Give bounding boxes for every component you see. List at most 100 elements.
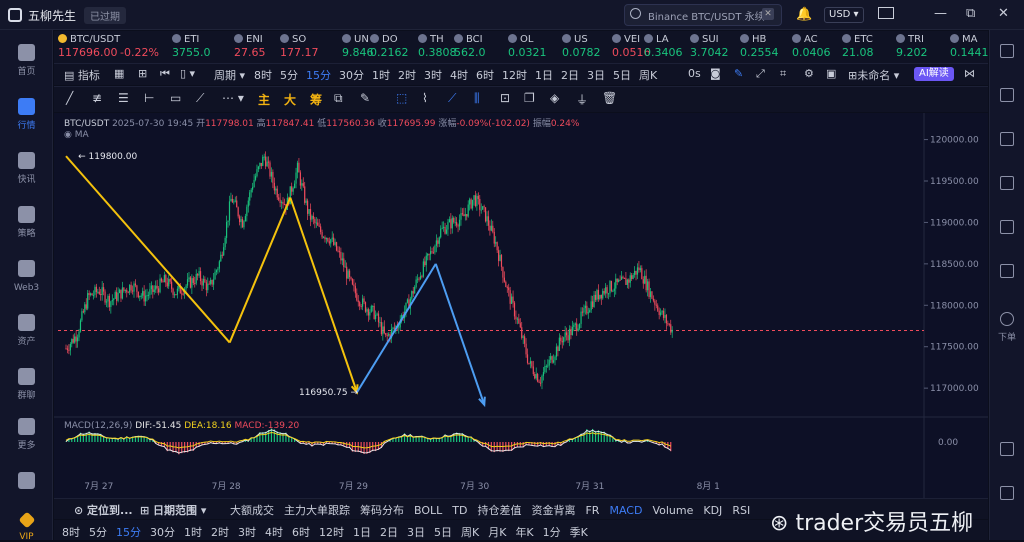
order-icon[interactable] [1000,312,1014,326]
ticker-item[interactable]: DO0.2162 [370,33,409,59]
bottom-interval-tab[interactable]: 年K [515,526,533,539]
interval-tab[interactable]: 1日 [535,69,553,82]
layout-name-select[interactable]: ⊞未命名 ▾ [848,67,899,83]
magnet-icon[interactable]: ⧉ [334,91,343,106]
ticker-item[interactable]: SO177.17 [280,33,319,59]
main-force-tool[interactable]: 主 [258,91,270,108]
gear-icon[interactable]: ⚙ [804,67,814,80]
nav-item-chat[interactable]: 群聊 [0,368,53,401]
bottom-interval-tab[interactable]: 季K [570,526,588,539]
currency-select[interactable]: USD ▾ [824,7,864,23]
close-button[interactable]: ✕ [998,6,1009,21]
measure-tool-icon[interactable]: ⟋ [448,91,456,106]
interval-tab[interactable]: 6时 [476,69,494,82]
nav-item-home[interactable]: 首页 [0,44,53,77]
interval-tab[interactable]: 3日 [587,69,605,82]
ticker-item[interactable]: TH0.3808 [418,33,457,59]
interval-tab[interactable]: 5分 [280,69,298,82]
layers-icon[interactable] [1000,264,1014,278]
locate-button[interactable]: ⊙ 定位到... [74,502,133,518]
bottom-interval-tab[interactable]: 月K [488,526,506,539]
nav-item-news[interactable]: 快讯 [0,152,53,185]
interval-tab[interactable]: 8时 [254,69,272,82]
ma-indicator-label[interactable]: ◉ MA [64,130,89,140]
interval-tab[interactable]: 1时 [372,69,390,82]
bottom-interval-tab[interactable]: 周K [461,526,479,539]
document-icon[interactable] [1000,88,1014,102]
bottom-interval-tab[interactable]: 1时 [184,526,202,539]
copy-icon[interactable]: ❐ [524,91,535,105]
date-range-select[interactable]: ⊞ 日期范围 ▾ [140,502,206,518]
ticker-item[interactable]: US0.0782 [562,33,601,59]
layers-tool-icon[interactable]: ◈ [550,91,559,105]
bottom-interval-tab[interactable]: 3时 [238,526,256,539]
ticker-item[interactable]: HB0.2554 [740,33,779,59]
interval-tab[interactable]: 3时 [424,69,442,82]
bottom-interval-tab[interactable]: 3日 [407,526,425,539]
more-tools-icon[interactable]: ⋯ ▾ [222,91,244,105]
interval-tab[interactable]: 30分 [339,69,364,82]
compare-icon[interactable]: ⊞ [138,67,147,80]
share-icon[interactable]: ⋈ [964,67,975,80]
interval-tab[interactable]: 2时 [398,69,416,82]
nav-item-phone[interactable] [0,472,53,492]
select-tool-icon[interactable]: ⬚ [396,91,407,105]
interval-tab[interactable]: 12时 [502,69,527,82]
indicators-button[interactable]: ▤ 指标 [64,67,100,83]
save-icon[interactable]: ▣ [826,67,836,80]
indicator-tab[interactable]: RSI [732,504,750,517]
indicator-tab[interactable]: 持仓差值 [477,504,521,517]
indicator-tab[interactable]: TD [452,504,467,517]
ticker-item[interactable]: BCI562.0 [454,33,486,59]
bottom-interval-tab[interactable]: 30分 [150,526,175,539]
bottom-interval-tab[interactable]: 6时 [292,526,310,539]
trendline-tool-icon[interactable]: ╱ [66,91,73,105]
ticker-item[interactable]: TRI9.202 [896,33,928,59]
ticker-item[interactable]: UN9.846 [342,33,374,59]
candle-style-button[interactable]: ▯ ▾ [180,67,195,80]
bookmark-icon[interactable] [1000,220,1014,234]
bottom-interval-tab[interactable]: 4时 [265,526,283,539]
ticker-item[interactable]: ENI27.65 [234,33,266,59]
restore-button[interactable]: ⧉ [966,6,975,21]
parallel-channel-icon[interactable]: ≢ [92,91,102,105]
interval-tab[interactable]: 周K [639,69,657,82]
nav-item-strategy[interactable]: 策略 [0,206,53,239]
ticker-item[interactable]: BTC/USDT117696.00-0.22% [58,33,120,59]
bottom-interval-tab[interactable]: 12时 [319,526,344,539]
link-icon[interactable]: ⌇ [422,91,428,105]
chart-area[interactable]: 120000.00119500.00119000.00118500.001180… [54,113,988,498]
horizontal-lines-icon[interactable]: ☰ [118,91,129,105]
panel-list-icon[interactable] [1000,44,1014,58]
indicator-tab[interactable]: 资金背离 [531,504,575,517]
large-order-tool[interactable]: 大 [284,91,296,108]
bottom-interval-tab[interactable]: 1日 [353,526,371,539]
trend-icon[interactable] [1000,176,1014,190]
bottom-interval-tab[interactable]: 2时 [211,526,229,539]
rewind-icon[interactable]: ⏮ [160,67,170,81]
mail-icon[interactable] [878,7,894,19]
bottom-interval-tab[interactable]: 2日 [380,526,398,539]
trash-icon[interactable]: 🗑 [602,91,617,105]
horizontal-ray-icon[interactable]: ⊢ [144,91,154,105]
fullscreen-icon[interactable]: ⤢ [756,67,765,81]
bottom-interval-tab[interactable]: 8时 [62,526,80,539]
indicator-tab[interactable]: 筹码分布 [360,504,404,517]
ticker-item[interactable]: ETI3755.0 [172,33,211,59]
columns-tool-icon[interactable]: ⫼ [474,91,480,106]
indicator-tab[interactable]: BOLL [414,504,442,517]
ticker-item[interactable]: MA0.1441 [950,33,989,59]
indicator-tab[interactable]: 大额成交 [230,504,274,517]
crop-icon[interactable]: ⌗ [780,67,786,81]
interval-tab[interactable]: 2日 [561,69,579,82]
indicator-tab[interactable]: 主力大单跟踪 [284,504,350,517]
indicator-tab[interactable]: MACD [609,504,642,517]
ticker-item[interactable]: AC0.0406 [792,33,831,59]
clock-icon[interactable] [1000,132,1014,146]
minimize-button[interactable]: — [934,6,947,21]
calendar-icon[interactable]: ▦ [114,67,124,80]
filter-icon[interactable]: ⏚ [576,91,588,108]
ai-interpret-button[interactable]: AI解读 [914,67,954,81]
ticker-item[interactable]: LA0.3406 [644,33,683,59]
bottom-interval-tab[interactable]: 15分 [116,526,141,539]
